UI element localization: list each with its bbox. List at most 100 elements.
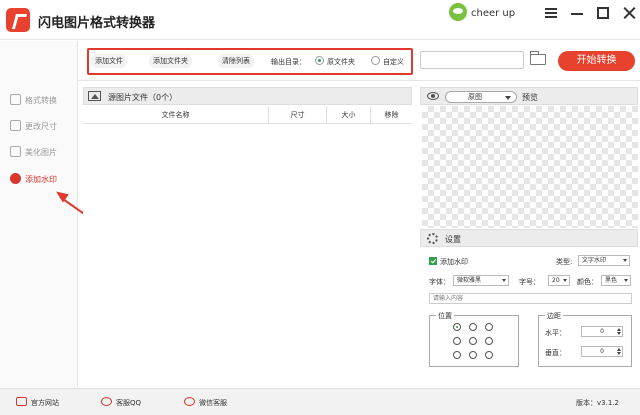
position-top-right[interactable] xyxy=(485,323,493,331)
add-file-button[interactable]: 添加文件 xyxy=(91,54,127,68)
menu-icon[interactable] xyxy=(543,5,559,21)
chevron-down-icon xyxy=(623,259,627,262)
position-top-center[interactable] xyxy=(469,323,477,331)
preview-mode-value: 原图 xyxy=(468,93,482,101)
position-middle-left[interactable] xyxy=(453,337,461,345)
start-convert-button[interactable]: 开始转换 xyxy=(558,51,635,71)
position-bottom-left[interactable] xyxy=(453,351,461,359)
app-logo-icon xyxy=(6,8,30,32)
settings-title: 设置 xyxy=(445,235,461,244)
beautify-icon xyxy=(10,146,21,157)
sidebar-item-label: 美化图片 xyxy=(25,148,57,157)
chevron-down-icon xyxy=(563,279,567,282)
radio-custom-label[interactable]: 自定义 xyxy=(383,57,404,67)
maximize-icon[interactable] xyxy=(595,5,611,21)
horizontal-value: 0 xyxy=(600,328,604,335)
chevron-down-icon xyxy=(624,279,628,282)
position-group: 位置 xyxy=(429,311,519,367)
stepper-arrows-icon[interactable] xyxy=(617,328,621,335)
minimize-icon[interactable] xyxy=(569,5,585,21)
horizontal-label: 水平： xyxy=(545,329,566,337)
qq-service-link[interactable]: 客服QQ xyxy=(116,398,141,408)
position-bottom-right[interactable] xyxy=(485,351,493,359)
radio-original-folder[interactable] xyxy=(315,56,324,65)
size-value: 20 xyxy=(552,277,560,284)
sidebar-item-beautify[interactable]: 美化图片 xyxy=(8,145,76,159)
wechat-icon xyxy=(184,397,195,406)
chevron-down-icon xyxy=(502,279,506,282)
position-title: 位置 xyxy=(436,311,454,321)
clear-list-button[interactable]: 清除列表 xyxy=(218,54,254,68)
column-dimensions[interactable]: 尺寸 xyxy=(269,106,327,124)
app-title: 闪电图片格式转换器 xyxy=(38,16,156,31)
user-avatar-icon[interactable] xyxy=(449,3,467,21)
column-remove[interactable]: 移除 xyxy=(371,106,412,124)
official-website-link[interactable]: 官方网站 xyxy=(31,398,59,408)
qq-icon xyxy=(101,397,112,406)
file-list-title: 源图片文件（0个） xyxy=(108,93,178,102)
position-center[interactable] xyxy=(469,337,477,345)
preview-header: 原图 预览 xyxy=(420,87,638,105)
eye-icon xyxy=(427,92,439,100)
title-bar: 闪电图片格式转换器 cheer up xyxy=(0,0,640,40)
file-list-columns: 文件名称 尺寸 大小 移除 xyxy=(83,106,412,124)
sidebar-item-format-convert[interactable]: 格式转换 xyxy=(8,93,76,107)
website-icon xyxy=(16,397,27,406)
preview-canvas xyxy=(422,106,638,228)
gear-icon xyxy=(427,233,438,244)
type-label: 类型: xyxy=(556,258,573,266)
sidebar-item-label: 添加水印 xyxy=(25,175,57,184)
color-select[interactable]: 黑色 xyxy=(601,275,631,286)
horizontal-margin-stepper[interactable]: 0 xyxy=(581,326,623,337)
watermark-content-input[interactable] xyxy=(429,293,632,304)
output-dir-label: 输出目录： xyxy=(271,58,306,66)
sidebar-item-label: 更改尺寸 xyxy=(25,122,57,131)
margin-title: 边距 xyxy=(545,311,563,321)
type-value: 文字水印 xyxy=(582,257,607,264)
font-value: 微软雅黑 xyxy=(457,277,482,284)
status-bar: 官方网站 客服QQ 微信客服 版本：v3.1.2 xyxy=(0,388,640,415)
sidebar: 格式转换 更改尺寸 美化图片 添加水印 xyxy=(0,41,78,387)
file-list-header: 源图片文件（0个） xyxy=(83,87,412,105)
watermark-icon xyxy=(10,173,21,184)
sidebar-item-watermark[interactable]: 添加水印 xyxy=(8,172,76,186)
position-bottom-center[interactable] xyxy=(469,351,477,359)
font-label: 字体： xyxy=(429,278,450,286)
position-middle-right[interactable] xyxy=(485,337,493,345)
radio-original-label[interactable]: 原文件夹 xyxy=(327,57,355,67)
column-filename[interactable]: 文件名称 xyxy=(83,106,269,124)
toolbar: 添加文件 添加文件夹 清除列表 输出目录： 原文件夹 自定义 开始转换 xyxy=(78,41,640,81)
position-top-left[interactable] xyxy=(453,323,461,331)
sidebar-item-resize[interactable]: 更改尺寸 xyxy=(8,119,76,133)
file-list-panel: 源图片文件（0个） 文件名称 尺寸 大小 移除 xyxy=(83,87,412,387)
preview-panel: 原图 预览 xyxy=(420,87,638,228)
version-label: 版本：v3.1.2 xyxy=(576,399,619,407)
add-folder-button[interactable]: 添加文件夹 xyxy=(149,54,192,68)
type-select[interactable]: 文字水印 xyxy=(578,255,630,266)
add-watermark-label[interactable]: 添加水印 xyxy=(440,257,468,267)
stepper-arrows-icon[interactable] xyxy=(617,348,621,355)
column-size[interactable]: 大小 xyxy=(327,106,371,124)
user-name[interactable]: cheer up xyxy=(471,8,515,19)
folder-browse-icon[interactable] xyxy=(530,51,546,65)
preview-label: 预览 xyxy=(522,93,538,102)
margin-group: 边距 水平： 0 垂直： 0 xyxy=(538,311,632,367)
convert-icon xyxy=(10,94,21,105)
chevron-down-icon xyxy=(505,96,511,100)
add-watermark-checkbox[interactable] xyxy=(429,257,437,265)
size-select[interactable]: 20 xyxy=(548,275,570,286)
wechat-service-link[interactable]: 微信客服 xyxy=(199,398,227,408)
close-icon[interactable] xyxy=(621,5,637,21)
resize-icon xyxy=(10,120,21,131)
size-label: 字号： xyxy=(519,278,540,286)
settings-panel: 设置 添加水印 类型: 文字水印 字体： 微软雅黑 字号： 20 颜色： 黑色 … xyxy=(420,229,638,387)
radio-custom[interactable] xyxy=(371,56,380,65)
preview-mode-select[interactable]: 原图 xyxy=(445,91,517,103)
sidebar-item-label: 格式转换 xyxy=(25,96,57,105)
vertical-margin-stepper[interactable]: 0 xyxy=(581,346,623,357)
settings-header: 设置 xyxy=(420,229,638,247)
font-select[interactable]: 微软雅黑 xyxy=(453,275,509,286)
image-icon xyxy=(88,91,101,101)
output-path-input[interactable] xyxy=(420,51,524,69)
color-value: 黑色 xyxy=(605,277,618,284)
